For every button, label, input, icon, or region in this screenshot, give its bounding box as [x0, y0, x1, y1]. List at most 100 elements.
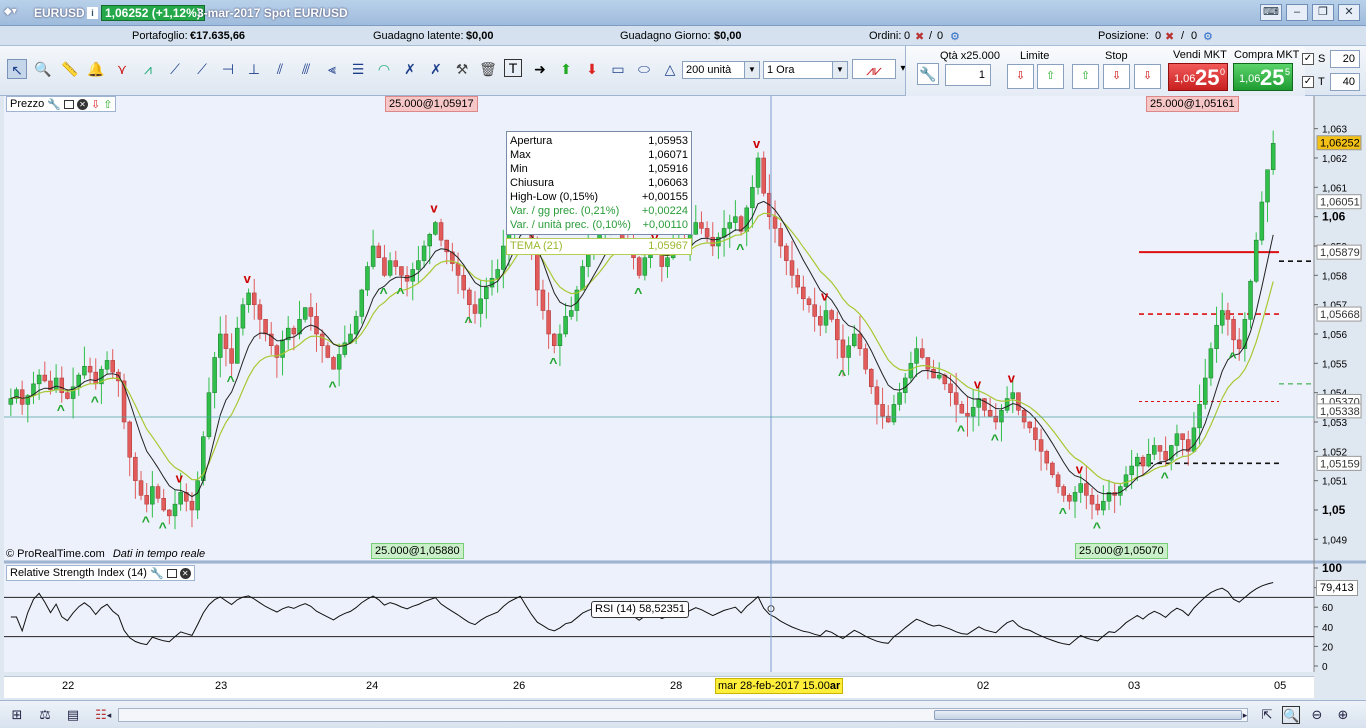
gear-icon[interactable]: ⚙ [1203, 30, 1213, 43]
candle [218, 333, 223, 358]
arc-icon[interactable]: ◠ [374, 59, 394, 79]
candle [387, 260, 393, 276]
move-up-icon[interactable]: ⇧ [103, 98, 112, 111]
rectangle-icon[interactable]: ▭ [608, 59, 628, 79]
ellipse-icon[interactable]: ⬭ [634, 59, 654, 79]
posizione-slash: / [1181, 30, 1185, 42]
stop-extra-button[interactable]: ⇩ [1134, 64, 1161, 89]
cross-icon[interactable]: ✗ [400, 59, 420, 79]
candle [1044, 451, 1049, 464]
ray-icon[interactable]: ⟋ [192, 59, 212, 79]
cursor-date-label: mar 28-feb-2017 15.00ar [715, 678, 844, 694]
scroll-right-icon[interactable]: ▸ [1236, 706, 1254, 724]
stop-buy-button[interactable]: ⇩ [1103, 64, 1130, 89]
zoom-fit-icon[interactable]: 🔍 [1282, 706, 1300, 724]
calculator-icon[interactable]: ⚖ [36, 706, 54, 724]
candle [552, 333, 557, 346]
maximize-icon[interactable] [166, 568, 177, 578]
stop-sell-button[interactable]: ⇧ [1072, 64, 1099, 89]
zoom-in-icon[interactable]: ⊕ [1334, 706, 1352, 724]
scrollbar-thumb[interactable] [934, 710, 1242, 720]
arrow-right-icon[interactable]: ➜ [530, 59, 550, 79]
fibonacci-icon[interactable]: ⫷ [322, 59, 342, 79]
menu-arrow-icon[interactable]: ◆▾ [4, 6, 17, 17]
zoom-out-icon[interactable]: ⊖ [1308, 706, 1326, 724]
andrews-icon[interactable]: ⫻ [296, 59, 316, 79]
tooltip-row-label: Min [510, 163, 528, 175]
maximize-icon[interactable] [63, 99, 74, 109]
chart-area[interactable]: ^^^^v^v^^^v^v^v^v^vv^^v^v^v^^^ 1,0631,06… [4, 96, 1366, 676]
tema-label: TEMA (21) [510, 240, 563, 252]
s-checkbox[interactable]: ✓ [1302, 53, 1314, 65]
indicators-icon[interactable]: ⩘⩗ [852, 59, 896, 79]
zoom-icon[interactable]: 🔍 [33, 59, 53, 79]
arrow-up-icon[interactable]: ⬆ [556, 59, 576, 79]
move-down-icon[interactable]: ⇩ [91, 98, 100, 111]
candle [1180, 433, 1185, 440]
candle [704, 228, 710, 238]
scroll-left-icon[interactable]: ◂ [100, 706, 118, 724]
close-icon[interactable]: ✕ [76, 98, 88, 110]
close-small-icon[interactable]: ✖ [915, 30, 924, 43]
candle [365, 266, 370, 291]
qty-input[interactable]: 1 [945, 64, 991, 86]
info-icon[interactable]: i [87, 7, 98, 19]
buy-market-button[interactable]: 1,06 25 5 [1233, 63, 1293, 91]
t-input[interactable]: 40 [1330, 73, 1360, 91]
text-icon[interactable]: T [504, 59, 522, 77]
close-small-icon[interactable]: ✖ [1165, 30, 1174, 43]
candle [257, 304, 263, 320]
candle [880, 404, 885, 417]
order-label-top-left[interactable]: 25.000@1,05917 [385, 96, 478, 112]
table-icon[interactable]: ▤ [64, 706, 82, 724]
time-axis[interactable]: 22 23 24 26 28 02 03 05 mar 28-feb-2017 15.00ar [4, 676, 1314, 698]
keyboard-icon[interactable]: ⌨ [1260, 4, 1282, 21]
horizontal-line-icon[interactable]: ⊣ [218, 59, 238, 79]
close-icon[interactable]: ✕ [179, 567, 191, 579]
wrench-icon[interactable]: 🔧 [47, 98, 61, 111]
order-label-bottom-left[interactable]: 25.000@1,05880 [371, 543, 464, 559]
minimize-button[interactable]: – [1286, 4, 1308, 21]
wrench-icon[interactable]: 🔧 [917, 63, 939, 85]
gann-icon[interactable]: ✗ [426, 59, 446, 79]
ruler-icon[interactable]: 📏 [60, 59, 80, 79]
line-icon[interactable]: ⟋ [165, 59, 185, 79]
units-select[interactable]: 200 unità ▼ [682, 61, 760, 79]
arrow-down-icon[interactable]: ⬇ [582, 59, 602, 79]
candle [902, 377, 908, 393]
trend-icon[interactable]: ⩘ [138, 59, 158, 79]
close-button[interactable]: ✕ [1338, 4, 1360, 21]
sell-market-button[interactable]: 1,06 25 0 [1168, 63, 1228, 91]
vertical-line-icon[interactable]: ⊥ [244, 59, 264, 79]
time-scrollbar[interactable] [118, 708, 1248, 722]
order-label-top-right[interactable]: 25.000@1,05161 [1146, 96, 1239, 112]
triangle-icon[interactable]: △ [660, 59, 680, 79]
candle [438, 222, 444, 241]
trash-icon[interactable]: 🗑 [478, 59, 498, 79]
order-label-bottom-right[interactable]: 25.000@1,05070 [1075, 543, 1168, 559]
candle [53, 377, 59, 390]
channel-icon[interactable]: ⫽ [270, 59, 290, 79]
candle [65, 392, 70, 399]
s-input[interactable]: 20 [1330, 50, 1360, 68]
restore-button[interactable]: ❐ [1312, 4, 1334, 21]
gear-icon[interactable]: ⚙ [950, 30, 960, 43]
pointer-icon[interactable]: ↖ [7, 59, 27, 79]
t-checkbox[interactable]: ✓ [1302, 76, 1314, 88]
candle [1174, 433, 1180, 446]
limit-buy-button[interactable]: ⇧ [1037, 64, 1064, 89]
wrench-icon[interactable]: 🔧 [150, 567, 164, 580]
candle [642, 257, 648, 276]
period-select[interactable]: 1 Ora ▼ [763, 61, 848, 79]
candle [568, 310, 574, 317]
retracement-icon[interactable]: ☰ [348, 59, 368, 79]
fan-icon[interactable]: ⋎ [112, 59, 132, 79]
limit-sell-button[interactable]: ⇩ [1007, 64, 1034, 89]
cursor-icon[interactable]: ⇱ [1258, 706, 1276, 724]
candle [1084, 483, 1089, 496]
units-select-value: 200 unità [686, 64, 732, 76]
grid-icon[interactable]: ⊞ [8, 706, 26, 724]
candle [925, 357, 931, 370]
tools-icon[interactable]: ⚒ [452, 59, 472, 79]
alarm-bell-icon[interactable]: 🔔 [86, 59, 106, 79]
